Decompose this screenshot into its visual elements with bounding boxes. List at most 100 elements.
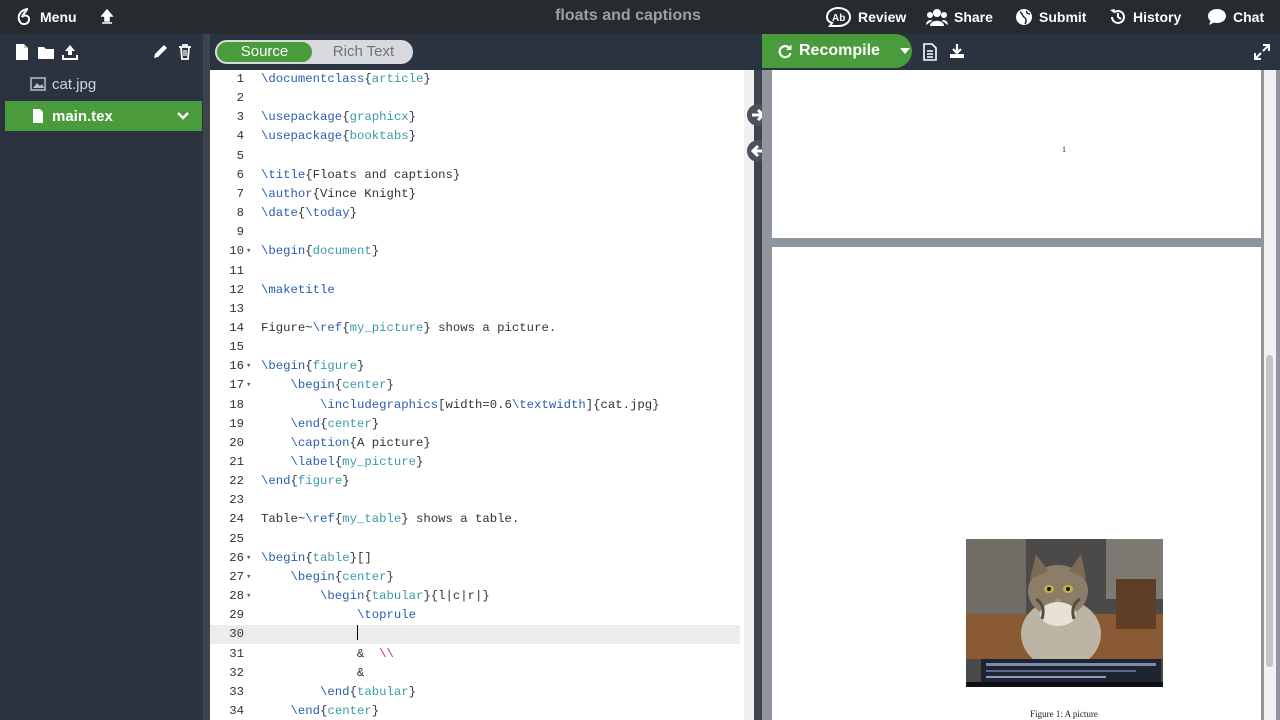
line-number: 8 [236, 206, 244, 221]
menu-button[interactable]: Menu [14, 0, 77, 34]
code-line[interactable]: 11 [210, 262, 740, 281]
fold-toggle-icon[interactable]: ▾ [246, 568, 251, 587]
new-file-icon[interactable] [13, 43, 31, 61]
line-number: 25 [229, 531, 244, 546]
pdf-scrollbar[interactable] [1264, 70, 1276, 720]
expand-icon[interactable] [1254, 44, 1270, 60]
code-text: \begin{tabular}{l|c|r|} [320, 589, 490, 604]
code-line[interactable]: 13 [210, 300, 740, 319]
delete-trash-icon[interactable] [176, 43, 194, 61]
code-line[interactable]: 2 [210, 89, 740, 108]
line-number: 10 [229, 244, 244, 259]
code-line[interactable]: 22 \end{figure} [210, 472, 740, 491]
file-tree-item-cat-jpg[interactable]: cat.jpg [5, 69, 202, 99]
code-line[interactable]: 27 ▾ \begin{center} [210, 568, 740, 587]
line-number: 4 [236, 129, 244, 144]
code-line[interactable]: 1 \documentclass{article} [210, 70, 740, 89]
svg-text:Ab: Ab [832, 13, 845, 24]
fold-toggle-icon[interactable]: ▾ [246, 242, 251, 261]
review-button[interactable]: Ab Review [824, 0, 906, 34]
code-text: \caption{A picture} [290, 435, 431, 450]
code-line[interactable]: 5 [210, 147, 740, 166]
editor-toolbar: Source Rich Text [210, 34, 762, 70]
download-icon[interactable] [949, 43, 965, 59]
fold-toggle-icon[interactable]: ▾ [246, 357, 251, 376]
up-arrow-button[interactable] [100, 0, 114, 34]
code-line[interactable]: 18 \includegraphics[width=0.6\textwidth]… [210, 396, 740, 415]
editor-pdf-resize-handle[interactable] [754, 34, 762, 720]
history-button[interactable]: History [1109, 0, 1181, 34]
fold-toggle-icon[interactable]: ▾ [246, 549, 251, 568]
globe-icon [1016, 9, 1032, 25]
code-line[interactable]: 9 [210, 223, 740, 242]
code-line[interactable]: 26 ▾ \begin{table}[] [210, 549, 740, 568]
code-line[interactable]: 34 \end{center} [210, 702, 740, 720]
new-folder-icon[interactable] [37, 43, 55, 61]
caret-down-icon[interactable] [899, 47, 910, 55]
code-line[interactable]: 21 \label{my_picture} [210, 453, 740, 472]
fold-toggle-icon[interactable]: ▾ [246, 587, 251, 606]
source-mode-button[interactable]: Source [215, 40, 314, 64]
upload-icon[interactable] [61, 43, 79, 61]
code-line[interactable]: 10 ▾ \begin{document} [210, 242, 740, 261]
file-name: main.tex [52, 107, 113, 125]
top-bar: Menu floats and captions Ab Review Share… [0, 0, 1280, 34]
code-line[interactable]: 4 \usepackage{booktabs} [210, 127, 740, 146]
share-button[interactable]: Share [926, 0, 993, 34]
recompile-button[interactable]: Recompile [762, 34, 912, 68]
chevron-down-icon[interactable] [176, 109, 190, 123]
file-tree-resize-handle[interactable] [203, 34, 210, 720]
code-text: \end{tabular} [320, 684, 417, 699]
code-line[interactable]: 15 [210, 338, 740, 357]
code-line[interactable]: 17 ▾ \begin{center} [210, 376, 740, 395]
code-line[interactable]: 30 [210, 625, 740, 645]
page-number: 1 [1062, 145, 1066, 154]
fold-toggle-icon[interactable]: ▾ [246, 376, 251, 395]
code-line[interactable]: 33 \end{tabular} [210, 683, 740, 702]
code-line[interactable]: 6 \title{Floats and captions} [210, 166, 740, 185]
code-text: \toprule [356, 608, 416, 623]
code-line[interactable]: 23 [210, 491, 740, 510]
submit-button[interactable]: Submit [1015, 0, 1086, 34]
code-line[interactable]: 28 ▾ \begin{tabular}{l|c|r|} [210, 587, 740, 606]
code-line[interactable]: 20 \caption{A picture} [210, 434, 740, 453]
code-line[interactable]: 19 \end{center} [210, 415, 740, 434]
rich-text-mode-button[interactable]: Rich Text [314, 40, 413, 64]
line-number: 22 [229, 474, 244, 489]
code-line[interactable]: 14 Figure~\ref{my_picture} shows a pictur… [210, 319, 740, 338]
line-number: 16 [229, 359, 244, 374]
menu-label: Menu [40, 9, 77, 25]
line-number: 26 [229, 550, 244, 565]
editor-scrollbar[interactable] [744, 70, 754, 720]
line-number: 2 [236, 91, 244, 106]
code-line[interactable]: 31 & \\ [210, 645, 740, 664]
line-number: 20 [229, 435, 244, 450]
code-text: \date{\today} [261, 206, 357, 221]
code-line[interactable]: 3 \usepackage{graphicx} [210, 108, 740, 127]
line-number: 9 [236, 225, 244, 240]
log-file-icon[interactable] [922, 43, 938, 61]
code-line[interactable]: 12 \maketitle [210, 281, 740, 300]
chat-bubble-icon [1208, 9, 1226, 25]
pdf-page-1: 1 [772, 70, 1261, 238]
code-line[interactable]: 25 [210, 530, 740, 549]
line-number: 21 [229, 455, 244, 469]
code-line[interactable]: 8 \date{\today} [210, 204, 740, 223]
code-text: & \\ [261, 646, 394, 661]
code-editor[interactable]: 1 \documentclass{article} 2 3 \usepackage{gr… [210, 70, 754, 720]
rename-pencil-icon[interactable] [151, 43, 169, 61]
code-text: \maketitle [261, 282, 335, 297]
code-line[interactable]: 32 & [210, 664, 740, 683]
file-tree-item-main-tex[interactable]: main.tex [5, 101, 202, 131]
file-tree-toolbar [0, 34, 205, 70]
code-line[interactable]: 16 ▾ \begin{figure} [210, 357, 740, 376]
overleaf-app: Menu floats and captions Ab Review Share… [0, 0, 1280, 720]
chat-button[interactable]: Chat [1207, 0, 1264, 34]
code-text: \begin{center} [290, 569, 394, 584]
code-text: \includegraphics[width=0.6\textwidth]{ca… [320, 397, 660, 412]
line-number: 18 [229, 397, 244, 412]
code-line[interactable]: 7 \author{Vince Knight} [210, 185, 740, 204]
code-line[interactable]: 29 \toprule [210, 606, 740, 625]
code-line[interactable]: 24 Table~\ref{my_table} shows a table. [210, 510, 740, 529]
pdf-scrollbar-thumb[interactable] [1266, 355, 1273, 667]
